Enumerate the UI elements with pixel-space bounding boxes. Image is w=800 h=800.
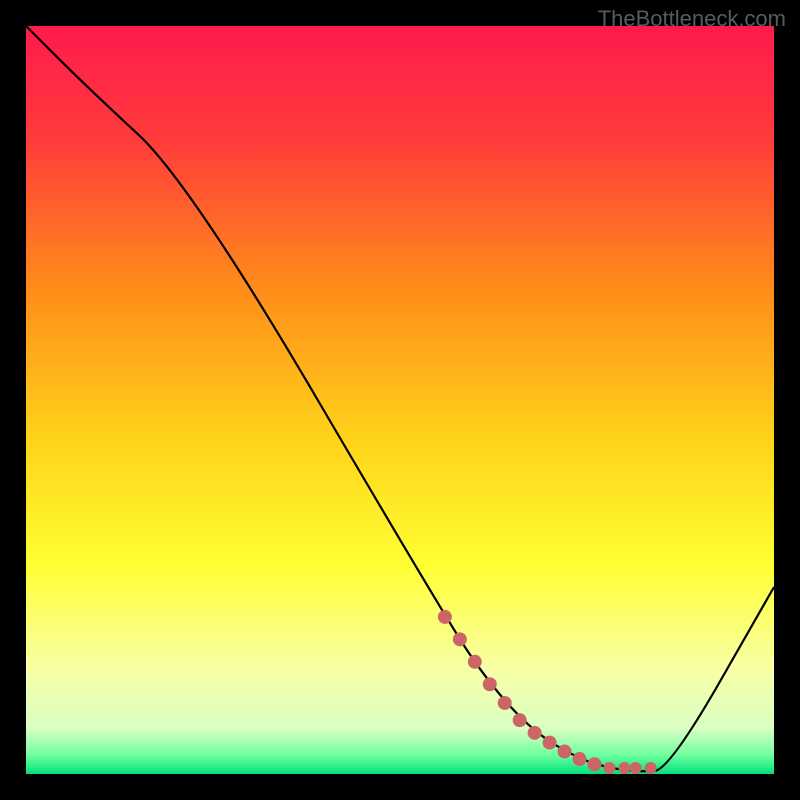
data-dot [603, 762, 615, 774]
data-dot [618, 762, 630, 774]
data-dot [543, 736, 557, 750]
data-dot [453, 632, 467, 646]
data-dot [587, 757, 601, 771]
data-dot [573, 752, 587, 766]
data-dot [438, 610, 452, 624]
bottleneck-chart [26, 26, 774, 774]
data-dot [645, 762, 657, 774]
data-dot [483, 677, 497, 691]
data-dot [630, 762, 642, 774]
watermark-text: TheBottleneck.com [598, 6, 786, 32]
data-dot [468, 655, 482, 669]
gradient-background [26, 26, 774, 774]
data-dot [498, 696, 512, 710]
data-dot [528, 726, 542, 740]
data-dot [513, 713, 527, 727]
data-dot [558, 745, 572, 759]
